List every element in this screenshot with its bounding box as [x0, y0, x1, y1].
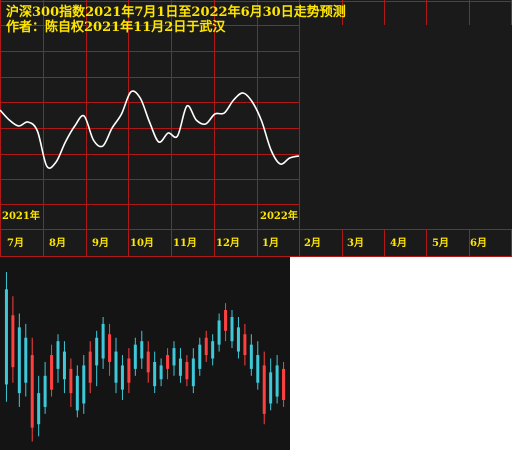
forecast-chart	[0, 0, 512, 257]
kline-chart-panel	[0, 257, 290, 450]
month-label-1: 1月	[262, 238, 279, 249]
month-label-6: 6月	[470, 238, 487, 249]
candle-body-10	[69, 368, 73, 394]
candle-body-5	[37, 393, 41, 425]
month-label-7: 7月	[7, 238, 24, 249]
month-label-4: 4月	[390, 238, 407, 249]
candle-body-34	[224, 310, 228, 331]
candle-body-13	[88, 351, 92, 383]
candle-body-23	[153, 361, 157, 387]
candle-body-20	[133, 344, 137, 369]
candle-body-8	[56, 341, 60, 369]
candle-body-0	[4, 289, 8, 385]
candles	[4, 272, 286, 442]
candle-body-35	[230, 316, 234, 342]
candle-body-28	[185, 361, 189, 380]
kline-chart	[4, 272, 286, 442]
candle-body-12	[82, 365, 86, 404]
candle-body-2	[17, 327, 21, 394]
candle-body-18	[120, 365, 124, 390]
candle-body-33	[217, 320, 221, 345]
candle-body-21	[140, 341, 144, 359]
month-label-9: 9月	[92, 238, 109, 249]
month-label-11: 11月	[173, 238, 197, 249]
candle-body-29	[191, 358, 195, 387]
year-label-2022: 2022年	[260, 211, 298, 222]
candle-body-15	[101, 323, 105, 359]
candle-body-43	[282, 368, 286, 401]
candle-body-11	[75, 375, 79, 411]
chart-author: 作者：陈自权2021年11月2日于武汉	[6, 20, 226, 35]
candle-body-14	[95, 337, 99, 366]
chart-title: 沪深300指数2021年7月1日至2022年6月30日走势预测	[6, 5, 346, 20]
candle-body-22	[146, 351, 150, 373]
year-label-2021: 2021年	[2, 211, 40, 222]
month-label-12: 12月	[216, 238, 240, 249]
candle-body-24	[159, 365, 163, 380]
candle-body-4	[30, 355, 34, 428]
candle-body-30	[198, 344, 202, 369]
candle-body-31	[204, 337, 208, 356]
candle-body-37	[243, 334, 247, 356]
candle-body-32	[211, 341, 215, 359]
candle-body-19	[127, 358, 131, 383]
candle-body-16	[108, 334, 112, 362]
month-label-2: 2月	[304, 238, 321, 249]
month-label-3: 3月	[347, 238, 364, 249]
candle-body-3	[24, 337, 28, 383]
candle-body-41	[269, 372, 273, 404]
candle-body-40	[262, 365, 266, 414]
candle-body-36	[236, 327, 240, 352]
candle-body-17	[114, 351, 118, 383]
candle-body-6	[43, 375, 47, 407]
candle-body-25	[166, 355, 170, 369]
candle-body-7	[50, 355, 54, 390]
candle-body-27	[178, 358, 182, 376]
candle-body-9	[62, 351, 66, 380]
future-area-mask	[299, 25, 512, 229]
candle-body-26	[172, 348, 176, 366]
candle-body-39	[256, 355, 260, 383]
candle-body-42	[275, 365, 279, 397]
month-label-10: 10月	[130, 238, 154, 249]
forecast-chart-panel: 沪深300指数2021年7月1日至2022年6月30日走势预测 作者：陈自权20…	[0, 0, 512, 257]
candle-body-38	[249, 344, 253, 369]
candle-body-1	[11, 315, 15, 368]
month-label-5: 5月	[432, 238, 449, 249]
month-label-8: 8月	[49, 238, 66, 249]
